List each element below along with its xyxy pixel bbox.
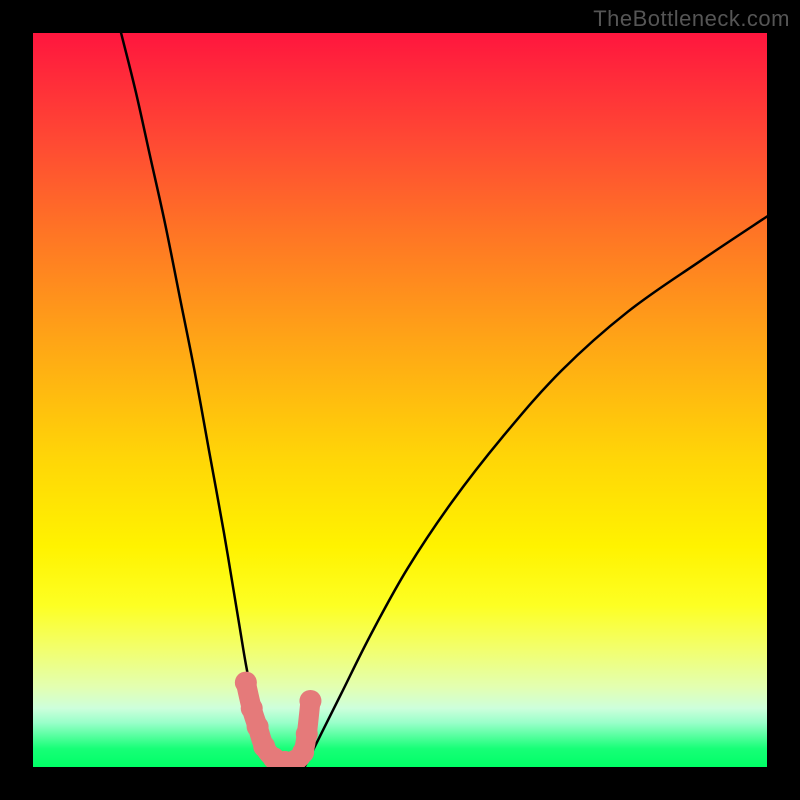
curve-layer — [33, 33, 767, 767]
plot-area — [33, 33, 767, 767]
valley-point — [247, 716, 269, 738]
valley-point — [299, 690, 321, 712]
valley-point — [296, 723, 318, 745]
watermark-text: TheBottleneck.com — [593, 6, 790, 32]
series-left-curve — [121, 33, 275, 767]
valley-point — [235, 672, 257, 694]
valley-point — [292, 741, 314, 763]
chart-frame: TheBottleneck.com — [0, 0, 800, 800]
series-right-curve — [305, 217, 767, 768]
